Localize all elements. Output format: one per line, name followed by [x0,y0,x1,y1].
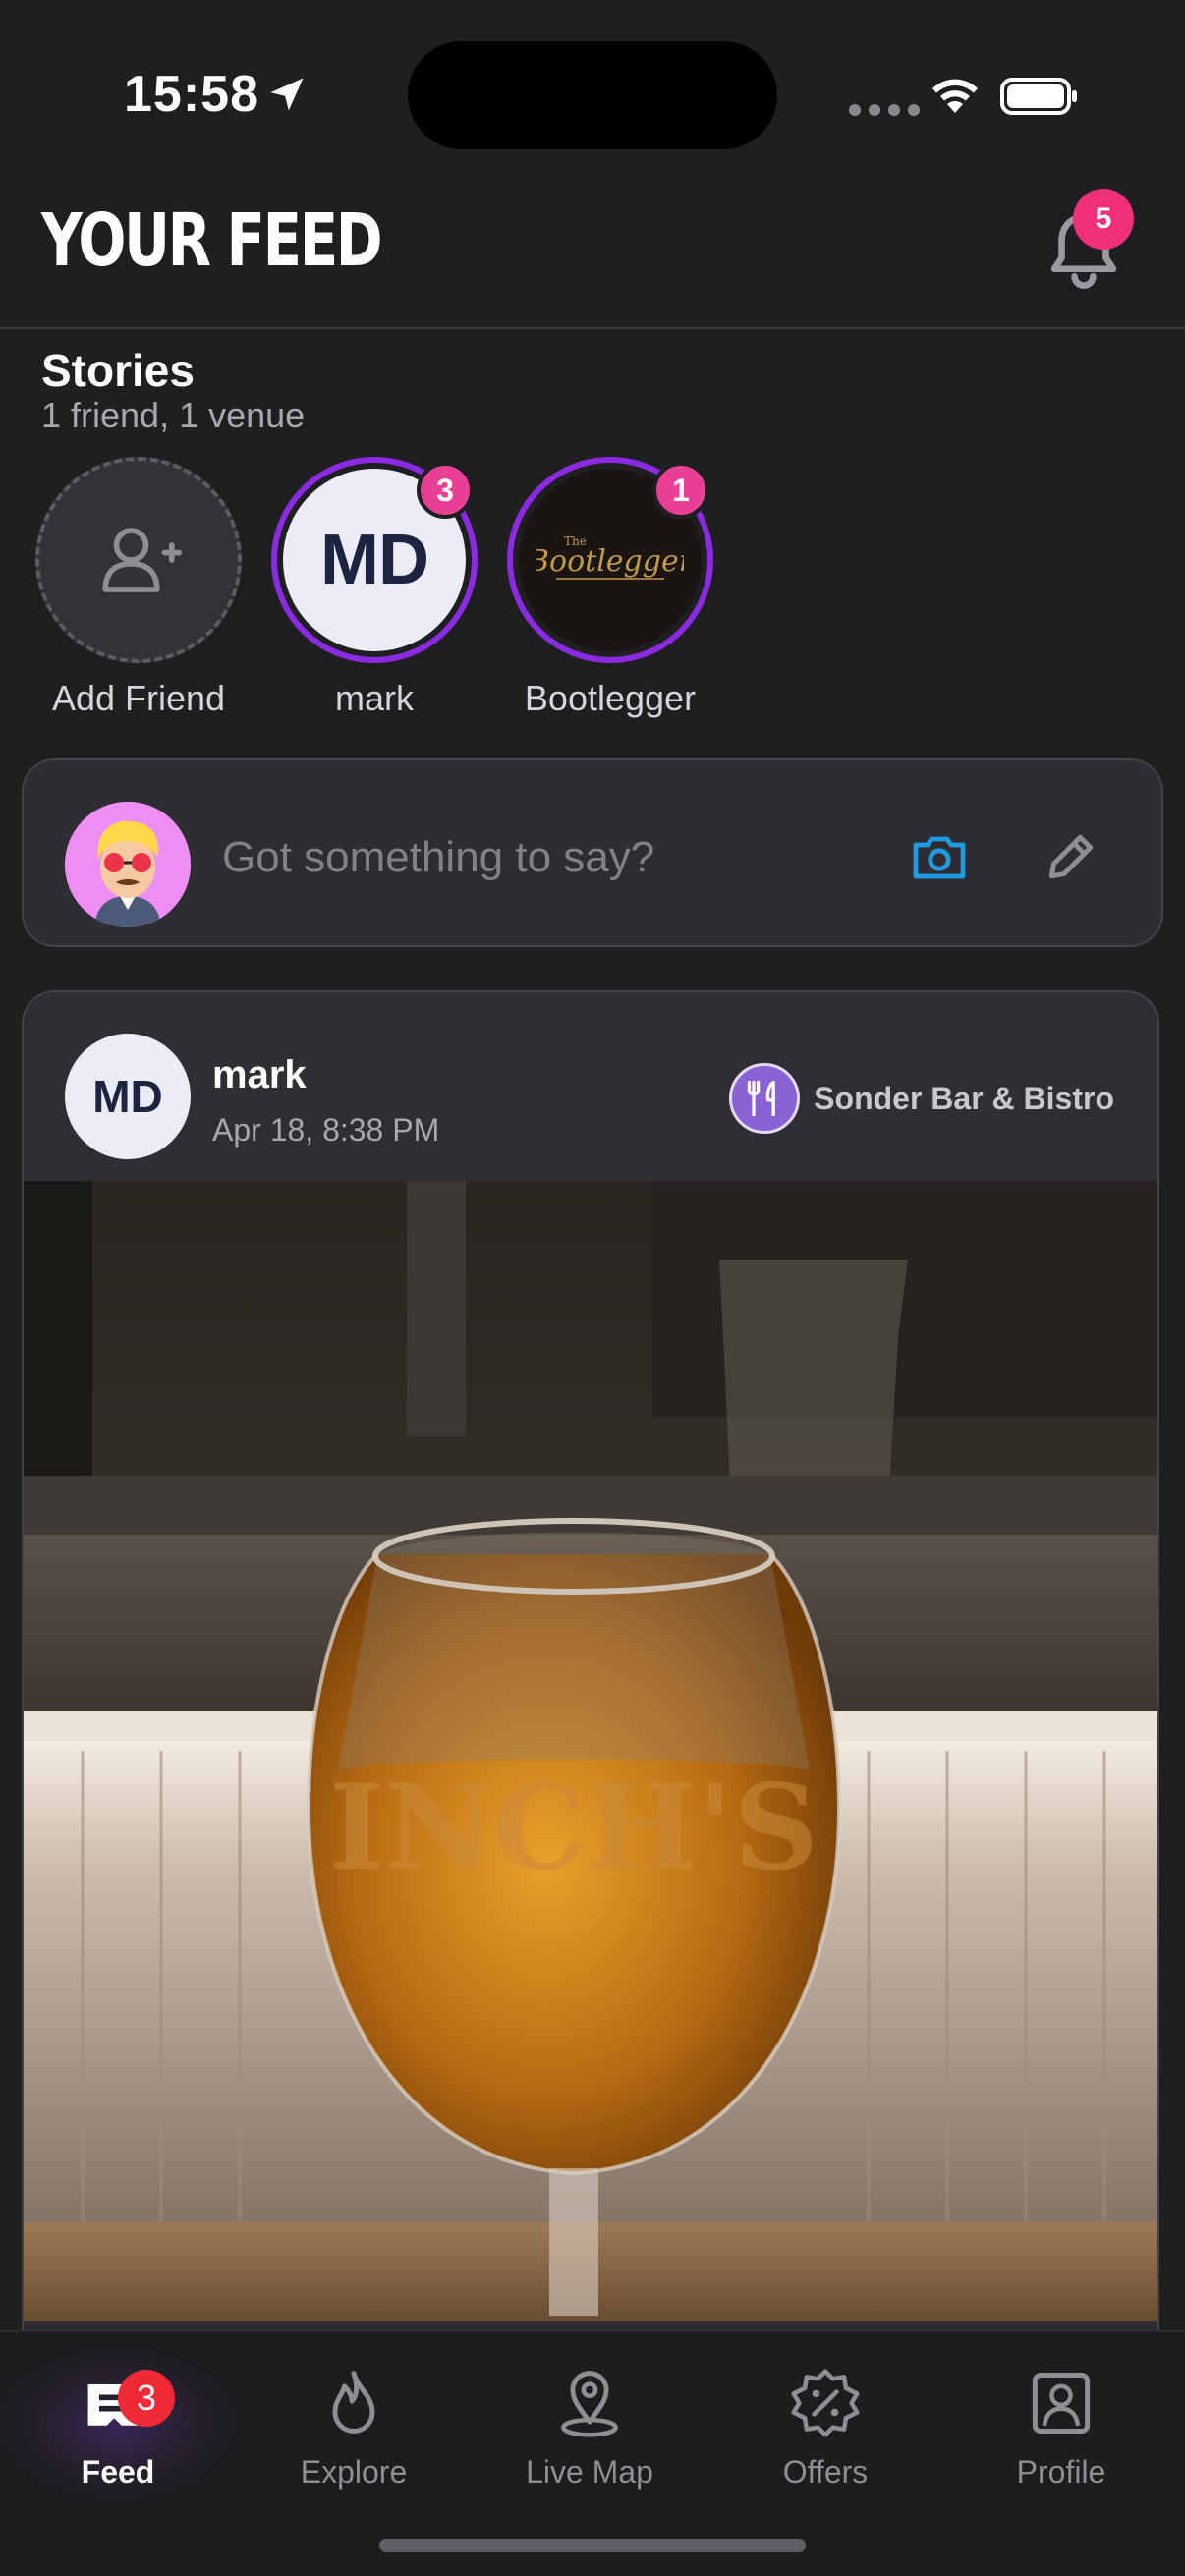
svg-text:INCH'S: INCH'S [329,1759,818,1897]
tab-feed-label: Feed [81,2454,155,2490]
camera-icon[interactable] [910,829,969,884]
feed-header: YOUR FEED [0,187,1185,329]
notification-count-badge: 5 [1073,189,1134,250]
add-friend-story[interactable] [35,457,242,663]
stories-title: Stories [41,345,195,396]
flame-icon [332,2371,375,2434]
profile-icon [1032,2373,1091,2434]
tab-explore[interactable]: Explore [236,2350,472,2497]
svg-text:Bootlegger: Bootlegger [536,544,684,579]
post-venue-tag[interactable]: Sonder Bar & Bistro [729,1063,1114,1134]
feed-post[interactable]: MD mark Apr 18, 8:38 PM Sonder Bar & Bis… [22,990,1159,2395]
wifi-icon [932,79,978,113]
tab-explore-label: Explore [300,2454,408,2490]
tab-profile[interactable]: Profile [943,2350,1179,2497]
story-mark-count-badge: 3 [417,462,474,519]
post-venue-name: Sonder Bar & Bistro [814,1080,1114,1116]
restaurant-icon [729,1063,801,1134]
map-pin-icon [561,2371,618,2437]
tab-live-map-label: Live Map [526,2454,653,2490]
story-label-mark: mark [335,678,414,718]
story-label-add-friend: Add Friend [51,678,226,718]
composer-input[interactable]: Got something to say? [222,833,654,882]
tab-live-map[interactable]: Live Map [472,2350,707,2497]
story-bootlegger-count-badge: 1 [652,462,709,519]
tab-feed-badge: 3 [118,2370,175,2427]
post-author-name[interactable]: mark [212,1053,307,1097]
dynamic-island [408,41,777,149]
status-time: 15:58 [124,66,259,123]
location-arrow-icon [270,78,304,111]
post-author-avatar[interactable]: MD [65,1034,191,1159]
pencil-icon[interactable] [1042,829,1099,886]
discount-icon [791,2369,860,2437]
battery-icon [1000,78,1077,115]
tab-offers-label: Offers [782,2454,869,2490]
user-avatar [65,802,191,927]
story-label-bootlegger: Bootlegger [524,678,697,718]
cellular-signal-icon [849,104,920,116]
stories-subtitle: 1 friend, 1 venue [41,395,306,435]
post-timestamp: Apr 18, 8:38 PM [212,1112,440,1148]
page-title: YOUR FEED [41,198,383,283]
tab-feed[interactable]: Feed 3 [0,2350,236,2497]
post-photo[interactable]: INCH'S [24,1181,1157,2321]
tab-profile-label: Profile [1016,2454,1106,2490]
add-user-icon [102,528,183,592]
home-indicator[interactable] [379,2539,806,2552]
tab-offers[interactable]: Offers [707,2350,943,2497]
status-bar: 15:58 [0,0,1185,187]
post-composer[interactable]: Got something to say? [22,758,1163,947]
